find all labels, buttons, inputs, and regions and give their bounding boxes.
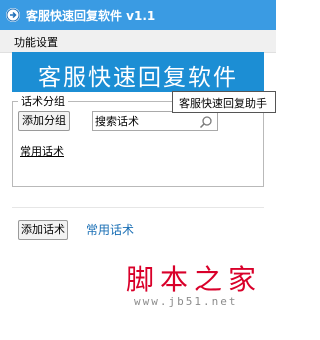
group-box-legend: 话术分组 [18, 93, 68, 109]
banner-title: 客服快速回复软件 [38, 65, 238, 91]
title-bar[interactable]: 客服快速回复软件 v1.1 [0, 0, 276, 30]
watermark-url: www.jb51.net [134, 295, 238, 308]
divider [12, 207, 264, 208]
window-title: 客服快速回复软件 v1.1 [26, 9, 156, 23]
add-group-button[interactable]: 添加分组 [18, 111, 70, 131]
add-phrase-button[interactable]: 添加话术 [18, 220, 68, 240]
header-banner: 客服快速回复软件 [12, 52, 264, 92]
app-logo-icon [6, 8, 20, 22]
tooltip: 客服快速回复助手 [172, 91, 276, 113]
menu-bar: 功能设置 [0, 30, 276, 53]
current-group-label[interactable]: 常用话术 [86, 221, 134, 238]
app-window: 客服快速回复软件 v1.1 功能设置 客服快速回复软件 话术分组 添加分组 常用… [0, 0, 276, 340]
menu-item-settings[interactable]: 功能设置 [14, 34, 58, 50]
search-icon[interactable] [199, 114, 213, 129]
search-field[interactable] [92, 111, 218, 131]
watermark-logo-text: 脚本之家 [126, 263, 263, 296]
search-input[interactable] [95, 113, 195, 129]
group-item-common[interactable]: 常用话术 [20, 143, 64, 159]
